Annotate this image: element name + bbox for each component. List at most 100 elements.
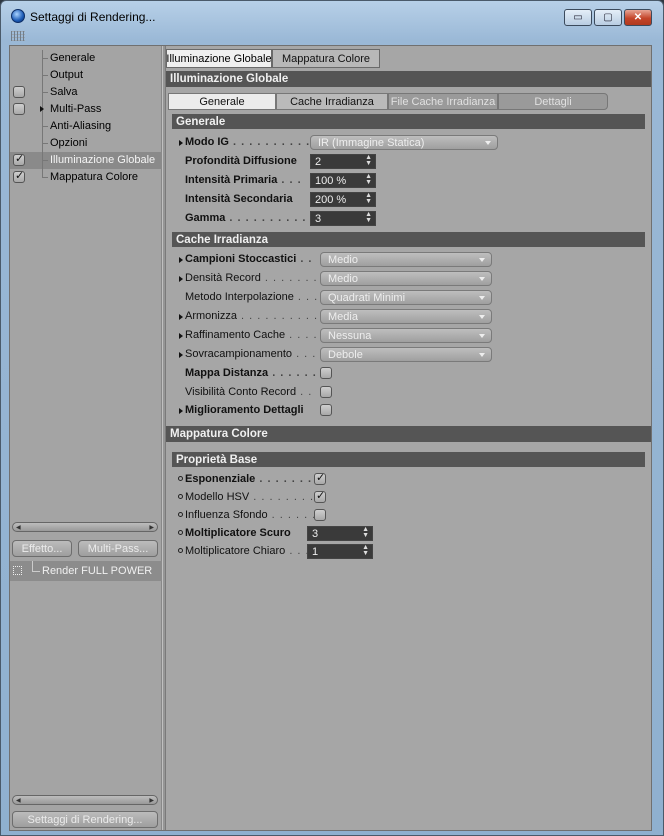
effect-button[interactable]: Effetto... (12, 540, 72, 557)
armonizza-row: Armonizza . . . . . . . . . . . . . . Me… (166, 308, 636, 325)
mappatura-colore-checkbox[interactable] (13, 169, 25, 183)
spinner-icon: ▲ ▼ (365, 154, 372, 167)
sidebar-item-mappatura-colore[interactable]: Mappatura Colore (10, 169, 162, 186)
mappa-distanza-label: Mappa Distanza . . . . . . (185, 367, 317, 379)
scuro-label: Moltiplicatore Scuro (185, 527, 291, 539)
salva-checkbox[interactable] (13, 86, 25, 98)
sfondo-checkbox[interactable] (314, 509, 326, 521)
spinner-icon: ▲ ▼ (362, 526, 369, 539)
subtab-cache-irradianza[interactable]: Cache Irradianza (276, 93, 388, 110)
armonizza-dropdown[interactable]: Media (320, 309, 492, 324)
esponenziale-row: Esponenziale . . . . . . . (166, 471, 636, 488)
sidebar-item-multi-pass[interactable]: Multi-Pass (10, 101, 162, 118)
campioni-dropdown[interactable]: Medio (320, 252, 492, 267)
profondita-label: Profondità Diffusione (185, 155, 297, 167)
animation-bullet-icon[interactable] (178, 476, 183, 481)
subtab-file-cache-irradianza[interactable]: File Cache Irradianza (388, 93, 498, 110)
mappa-distanza-row: Mappa Distanza . . . . . . (166, 365, 636, 382)
illuminazione-globale-checkbox[interactable] (13, 152, 25, 166)
proprieta-base-header: Proprietà Base (172, 452, 645, 467)
esponenziale-checkbox[interactable] (314, 471, 326, 485)
gamma-field[interactable]: 3 ▲ ▼ (310, 211, 376, 226)
scuro-row: Moltiplicatore Scuro 3 ▲ ▼ (166, 525, 636, 542)
hsv-checkbox[interactable] (314, 489, 326, 503)
raffinamento-dropdown[interactable]: Nessuna (320, 328, 492, 343)
animation-bullet-icon[interactable] (178, 530, 183, 535)
sidebar-item-anti-aliasing[interactable]: Anti-Aliasing (10, 118, 162, 135)
sidebar-item-illuminazione-globale[interactable]: Illuminazione Globale (10, 152, 162, 169)
animation-bullet-icon[interactable] (178, 512, 183, 517)
render-settings-button[interactable]: Settaggi di Rendering... (12, 811, 158, 828)
profondita-row: Profondità Diffusione 2 ▲ ▼ (166, 153, 636, 170)
tab-illuminazione-globale[interactable]: Illuminazione Globale (166, 49, 272, 68)
multi-pass-checkbox[interactable] (13, 103, 25, 115)
miglioramento-label: Miglioramento Dettagli (185, 404, 304, 416)
densita-dropdown[interactable]: Medio (320, 271, 492, 286)
multi-pass-button[interactable]: Multi-Pass... (78, 540, 158, 557)
chiaro-label: Moltiplicatore Chiaro . . . (185, 545, 310, 557)
subtab-dettagli[interactable]: Dettagli (498, 93, 608, 110)
expand-arrow-icon[interactable] (179, 408, 183, 414)
hsv-label: Modello HSV . . . . . . . . . (185, 491, 323, 503)
intensita-secondaria-field[interactable]: 200 % ▲ ▼ (310, 192, 376, 207)
gamma-row: Gamma . . . . . . . . . . . . . 3 ▲ ▼ (166, 210, 636, 227)
sidebar-item-opzioni[interactable]: Opzioni (10, 135, 162, 152)
cinema4d-logo-icon (11, 9, 25, 23)
intensita-primaria-field[interactable]: 100 % ▲ ▼ (310, 173, 376, 188)
metodo-dropdown[interactable]: Quadrati Minimi (320, 290, 492, 305)
miglioramento-row: Miglioramento Dettagli (166, 402, 636, 419)
raffinamento-row: Raffinamento Cache . . . . . Nessuna (166, 327, 636, 344)
tab-mappatura-colore[interactable]: Mappatura Colore (272, 49, 380, 68)
menu-grip-icon[interactable] (11, 31, 25, 41)
maximize-button[interactable]: ▢ (594, 9, 622, 26)
chevron-down-icon (479, 277, 485, 281)
spinner-icon: ▲ ▼ (365, 211, 372, 224)
chiaro-row: Moltiplicatore Chiaro . . . 1 ▲ ▼ (166, 543, 636, 560)
tree-horizontal-scrollbar[interactable]: ◀ ▶ (12, 522, 158, 532)
render-setting-item[interactable]: Render FULL POWER (10, 561, 162, 581)
chevron-down-icon (479, 334, 485, 338)
minimize-button[interactable]: ▭ (564, 9, 592, 26)
close-button[interactable]: ✕ (624, 9, 652, 26)
animation-bullet-icon[interactable] (178, 548, 183, 553)
profondita-field[interactable]: 2 ▲ ▼ (310, 154, 376, 169)
sidebar-item-label: Mappatura Colore (50, 171, 139, 183)
sidebar-item-salva[interactable]: Salva (10, 84, 162, 101)
sidebar-item-output[interactable]: Output (10, 67, 162, 84)
settings-tree-panel: Generale Output Salva Multi-Pass Anti-Al… (10, 46, 162, 830)
sfondo-row: Influenza Sfondo . . . . . . (166, 507, 636, 524)
expand-arrow-icon[interactable] (179, 314, 183, 320)
sidebar-item-generale[interactable]: Generale (10, 50, 162, 67)
sidebar-item-label: Illuminazione Globale (50, 154, 156, 166)
expand-arrow-icon[interactable] (179, 140, 183, 146)
visibilita-checkbox[interactable] (320, 386, 332, 398)
gamma-label: Gamma . . . . . . . . . . . . . (185, 212, 331, 224)
mappatura-colore-section-header: Mappatura Colore (166, 426, 651, 442)
modo-ig-label: Modo IG . . . . . . . . . . . (185, 136, 319, 148)
render-setting-icon (13, 566, 22, 575)
chevron-down-icon (485, 141, 491, 145)
title-bar[interactable]: Settaggi di Rendering... ▭ ▢ ✕ (1, 1, 663, 31)
expand-arrow-icon[interactable] (179, 257, 183, 263)
expand-arrow-icon[interactable] (179, 352, 183, 358)
bottom-horizontal-scrollbar[interactable]: ◀ ▶ (12, 795, 158, 805)
spinner-icon: ▲ ▼ (362, 544, 369, 557)
subtab-generale[interactable]: Generale (168, 93, 276, 110)
sidebar-item-label: Salva (50, 86, 78, 98)
render-setting-label: Render FULL POWER (42, 565, 153, 577)
expand-arrow-icon[interactable] (179, 276, 183, 282)
expand-arrow-icon[interactable] (40, 106, 44, 112)
sovracamp-label: Sovracampionamento . . . (185, 348, 317, 360)
expand-arrow-icon[interactable] (179, 333, 183, 339)
animation-bullet-icon[interactable] (178, 494, 183, 499)
hsv-row: Modello HSV . . . . . . . . . (166, 489, 636, 506)
sovracamp-dropdown[interactable]: Debole (320, 347, 492, 362)
miglioramento-checkbox[interactable] (320, 404, 332, 416)
scuro-field[interactable]: 3 ▲ ▼ (307, 526, 373, 541)
generale-header: Generale (172, 114, 645, 129)
chevron-down-icon (479, 315, 485, 319)
chiaro-field[interactable]: 1 ▲ ▼ (307, 544, 373, 559)
mappa-distanza-checkbox[interactable] (320, 367, 332, 379)
modo-ig-dropdown[interactable]: IR (Immagine Statica) (310, 135, 498, 150)
chevron-down-icon (479, 353, 485, 357)
